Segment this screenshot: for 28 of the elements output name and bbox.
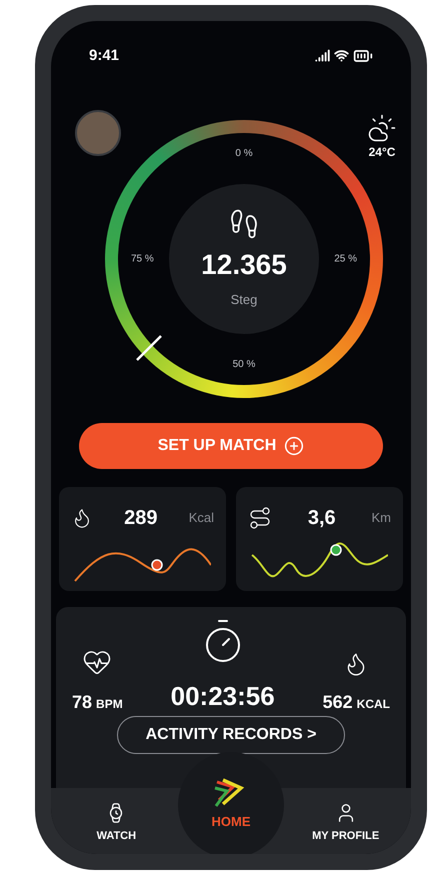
step-unit: Steg <box>230 290 258 309</box>
metric-unit: KCAL <box>356 696 390 713</box>
wifi-icon <box>334 48 349 64</box>
footprints-icon <box>228 208 260 240</box>
stat-value: 289 <box>124 506 158 531</box>
temperature: 24°C <box>368 144 396 161</box>
gauge-tick-label: 25 % <box>334 252 357 266</box>
metric-unit: BPM <box>96 696 123 713</box>
metric-value: 562 <box>322 691 353 714</box>
metric-value: 78 <box>72 691 92 714</box>
step-count: 12.365 <box>201 248 287 282</box>
route-icon <box>248 506 272 530</box>
nav-tab[interactable]: WATCH <box>96 802 136 844</box>
stat-unit: Kcal <box>188 509 214 528</box>
status-time: 9:41 <box>89 46 120 66</box>
avatar <box>75 110 121 156</box>
gauge-tick-label: 0 % <box>235 146 253 161</box>
nav-tab[interactable]: MY PROFILE <box>312 802 380 844</box>
cloud-sun-icon <box>367 112 397 143</box>
gauge-tick-label: 50 % <box>232 358 256 372</box>
metric-value: 00:23:56 <box>170 680 275 713</box>
set-up-match-button[interactable]: SET UP MATCH <box>79 423 383 469</box>
stat-unit: Km <box>372 509 391 528</box>
stat-value: 3,6 <box>308 506 336 531</box>
gauge-marker <box>135 334 163 362</box>
gauge-tick-label: 75 % <box>131 252 154 266</box>
plus-icon <box>284 436 304 456</box>
signal-icon <box>315 48 330 64</box>
